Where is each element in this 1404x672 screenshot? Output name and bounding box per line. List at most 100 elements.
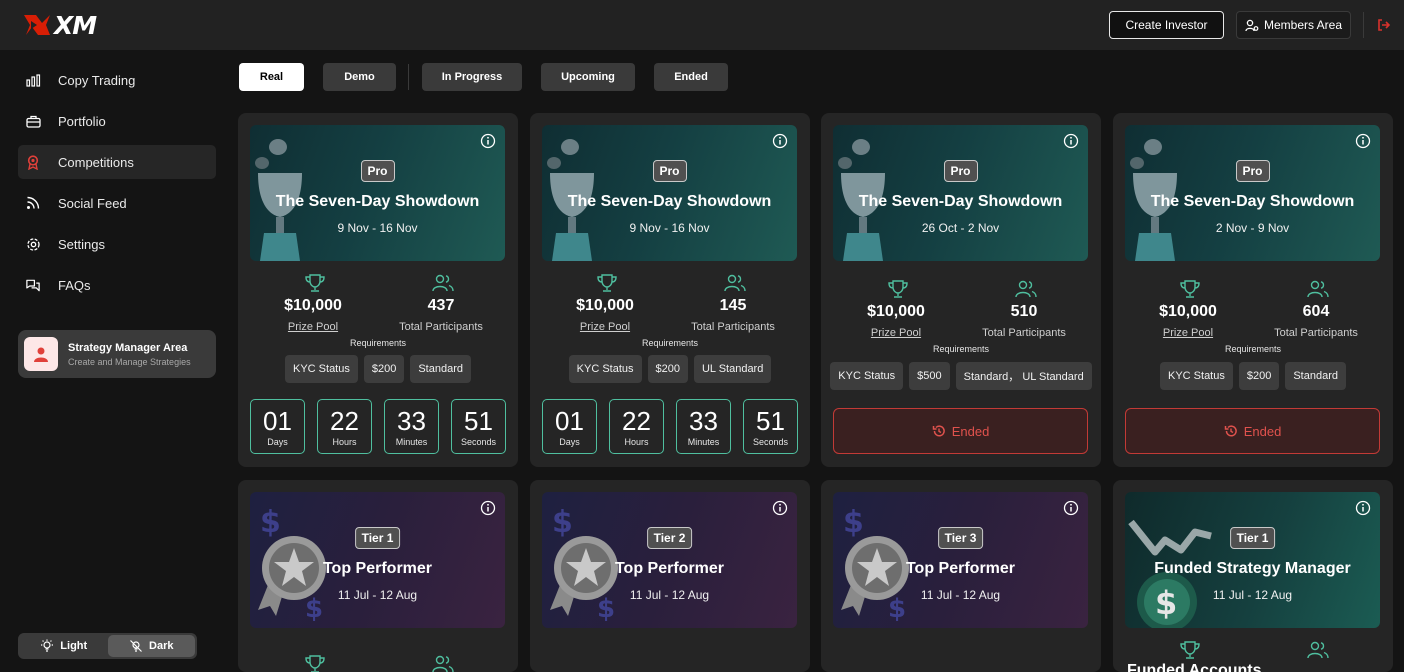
competition-dates: 9 Nov - 16 Nov	[629, 221, 710, 235]
xm-logo[interactable]: XM	[22, 11, 114, 40]
competition-card[interactable]: $ $ Tier 2 Top Performer 11 Jul - 12 Aug	[530, 480, 810, 672]
sidebar: Copy Trading Portfolio Competitions Soci…	[0, 50, 230, 672]
competition-badge: Pro	[652, 160, 687, 182]
info-icon[interactable]	[772, 500, 788, 516]
requirement-chip: $200	[1238, 362, 1280, 390]
tab-upcoming[interactable]: Upcoming	[541, 63, 635, 91]
countdown-number: 33	[689, 405, 718, 436]
countdown-minutes: 33 Minutes	[384, 399, 439, 454]
competition-card[interactable]: Pro The Seven-Day Showdown 9 Nov - 16 No…	[530, 113, 810, 467]
history-icon	[1224, 425, 1237, 437]
requirements-label: Requirements	[932, 344, 990, 354]
competition-card[interactable]: Pro The Seven-Day Showdown 9 Nov - 16 No…	[238, 113, 518, 467]
prize-pool-link[interactable]: Prize Pool	[831, 327, 961, 339]
competition-card[interactable]: Pro The Seven-Day Showdown 26 Oct - 2 No…	[821, 113, 1101, 467]
countdown-seconds: 51 Seconds	[743, 399, 798, 454]
sidebar-item-faqs[interactable]: FAQs	[18, 268, 216, 302]
competition-dates: 11 Jul - 12 Aug	[920, 588, 1001, 602]
info-icon[interactable]	[480, 133, 496, 149]
members-area-button[interactable]: Members Area	[1236, 11, 1351, 39]
competition-banner: $ $ Tier 3 Top Performer 11 Jul - 12 Aug	[833, 492, 1088, 628]
history-icon	[932, 425, 945, 437]
trophy-icon	[305, 274, 325, 292]
ended-button[interactable]: Ended	[1125, 408, 1380, 454]
competition-badge: Tier 1	[1229, 527, 1276, 549]
prize-pool-link[interactable]: Prize Pool	[1123, 327, 1253, 339]
top-header: XM Create Investor Members Area	[0, 0, 1404, 50]
users-icon	[432, 274, 454, 292]
prize-pool-link[interactable]: Prize Pool	[248, 321, 378, 333]
competition-card[interactable]: Pro The Seven-Day Showdown 2 Nov - 9 Nov…	[1113, 113, 1393, 467]
svg-text:$: $	[552, 505, 573, 540]
tab-label: Upcoming	[561, 71, 615, 83]
info-icon[interactable]	[1063, 500, 1079, 516]
sidebar-item-label: Copy Trading	[58, 72, 136, 88]
ended-label: Ended	[1243, 423, 1282, 439]
participants-label: Total Participants	[982, 327, 1066, 339]
info-icon[interactable]	[1063, 133, 1079, 149]
ended-button[interactable]: Ended	[833, 408, 1088, 454]
competition-dates: 11 Jul - 12 Aug	[629, 588, 710, 602]
user-gear-icon	[1245, 19, 1259, 31]
info-icon[interactable]	[772, 133, 788, 149]
sidebar-item-portfolio[interactable]: Portfolio	[18, 104, 216, 138]
competition-banner: Pro The Seven-Day Showdown 2 Nov - 9 Nov	[1125, 125, 1380, 261]
tab-divider	[408, 64, 409, 90]
tab-real[interactable]: Real	[239, 63, 304, 91]
participants-label: Total Participants	[691, 321, 775, 333]
sidebar-item-social-feed[interactable]: Social Feed	[18, 186, 216, 220]
competition-dates: 9 Nov - 16 Nov	[337, 221, 418, 235]
theme-dark-option[interactable]: Dark	[107, 635, 195, 657]
sidebar-item-copy-trading[interactable]: Copy Trading	[18, 63, 216, 97]
competition-card[interactable]: $ $ Tier 1 Top Performer 11 Jul - 12 Aug	[238, 480, 518, 672]
tab-label: In Progress	[441, 71, 503, 83]
competition-title: Top Performer	[322, 560, 433, 577]
requirements-chips: KYC Status $200 Standard	[238, 355, 518, 383]
info-icon[interactable]	[1355, 500, 1371, 516]
users-icon	[1307, 280, 1329, 298]
competition-card[interactable]: $ Tier 1 Funded Strategy Manager 11 Jul …	[1113, 480, 1393, 672]
requirements-label: Requirements	[1224, 344, 1282, 354]
logout-icon[interactable]	[1376, 17, 1392, 33]
competition-banner: $ $ Tier 2 Top Performer 11 Jul - 12 Aug	[542, 492, 797, 628]
sidebar-item-settings[interactable]: Settings	[18, 227, 216, 261]
competition-title: Funded Strategy Manager	[1154, 560, 1351, 577]
requirements-label: Requirements	[641, 338, 699, 348]
participants-label: Total Participants	[399, 321, 483, 333]
requirements-chips: KYC Status $200 Standard	[1113, 362, 1393, 390]
trophy-icon	[305, 655, 325, 672]
sidebar-item-competitions[interactable]: Competitions	[18, 145, 216, 179]
theme-light-option[interactable]: Light	[20, 635, 108, 657]
users-icon	[724, 274, 746, 292]
competition-banner: $ Tier 1 Funded Strategy Manager 11 Jul …	[1125, 492, 1380, 628]
tab-ended[interactable]: Ended	[654, 63, 728, 91]
countdown-unit: Seconds	[752, 436, 789, 447]
participants-value: 604	[1302, 303, 1330, 320]
trophy-icon	[1180, 641, 1200, 659]
strategy-manager-title: Strategy Manager Area	[68, 341, 188, 354]
requirement-chip: Standard	[1285, 362, 1346, 390]
create-investor-button[interactable]: Create Investor	[1109, 11, 1224, 39]
strategy-manager-area[interactable]: Strategy Manager Area Create and Manage …	[18, 330, 216, 378]
tab-label: Real	[259, 71, 284, 83]
competition-title: The Seven-Day Showdown	[275, 193, 480, 210]
chat-bubbles-icon	[25, 277, 41, 293]
tab-in-progress[interactable]: In Progress	[422, 63, 522, 91]
info-icon[interactable]	[480, 500, 496, 516]
competition-title: The Seven-Day Showdown	[1150, 193, 1355, 210]
prize-pool-link[interactable]: Prize Pool	[540, 321, 670, 333]
strategy-manager-icon	[24, 337, 58, 371]
ended-label: Ended	[951, 423, 990, 439]
prize-pool-value: $10,000	[867, 303, 925, 320]
competition-card[interactable]: $ $ Tier 3 Top Performer 11 Jul - 12 Aug	[821, 480, 1101, 672]
trophy-icon	[597, 274, 617, 292]
requirement-chip: $200	[647, 355, 688, 383]
tab-demo[interactable]: Demo	[323, 63, 396, 91]
tab-label: Demo	[344, 71, 375, 83]
theme-light-label: Light	[60, 640, 88, 652]
participants-value: 145	[719, 297, 747, 314]
competition-banner: Pro The Seven-Day Showdown 26 Oct - 2 No…	[833, 125, 1088, 261]
countdown-number: 22	[622, 405, 651, 436]
info-icon[interactable]	[1355, 133, 1371, 149]
countdown-hours: 22 Hours	[317, 399, 372, 454]
